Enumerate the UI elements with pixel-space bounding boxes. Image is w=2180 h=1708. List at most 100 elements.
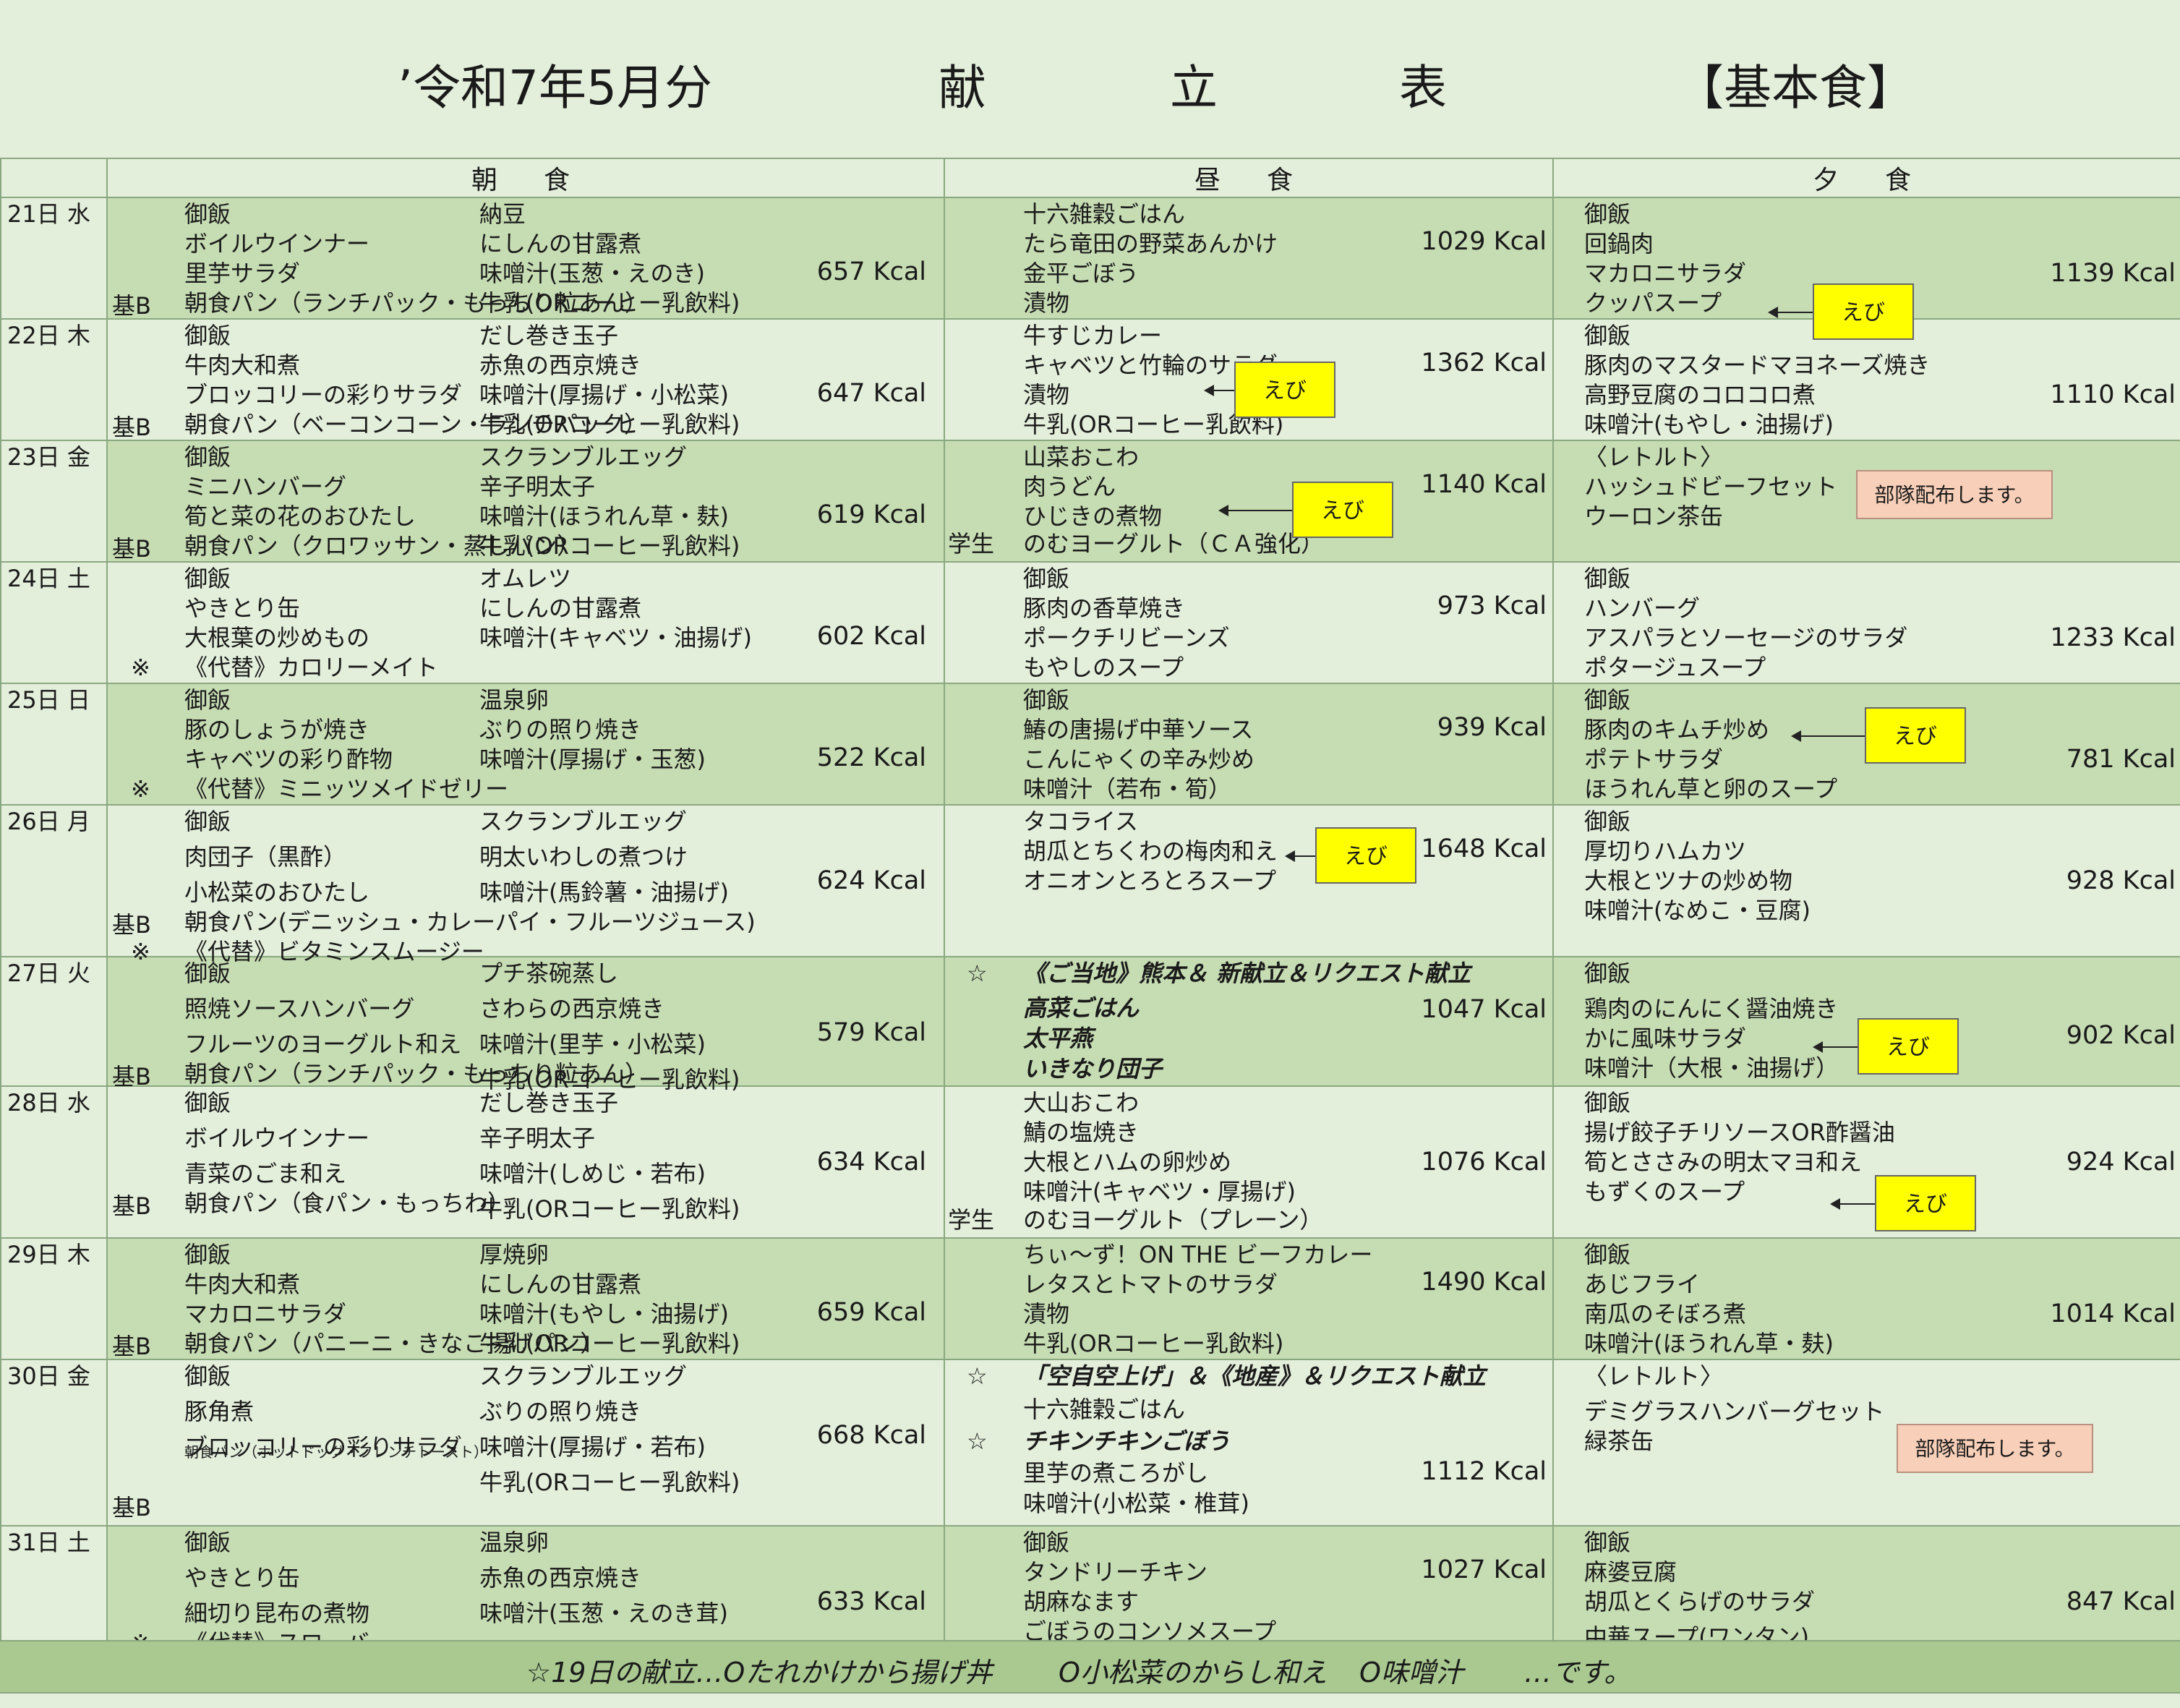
header-breakfast: 朝 食 — [106, 158, 945, 198]
dinner-item: マカロニサラダ — [1584, 260, 1747, 287]
lunch-cell: 牛すじカレー キャベツと竹輪のサラダ 漬物 牛乳(ORコーヒー乳飲料) 1362 Kca… — [944, 318, 1554, 441]
breakfast-item: 温泉卵 — [479, 686, 550, 714]
lunch-item: 御飯 — [1023, 565, 1070, 592]
dinner-cell-inner: 御飯 鶏肉のにんにく醤油焼き かに風味サラダ 味噌汁（大根・油揚げ） 902 Kcal え… — [1554, 957, 2180, 1085]
breakfast-kcal: 579 Kcal — [816, 1018, 926, 1047]
breakfast-item: 御飯 — [184, 443, 231, 471]
breakfast-bread: 朝食パン（クロワッサン・蒸しパン） — [184, 532, 581, 560]
breakfast-note: 《代替》カロリーメイト — [184, 654, 438, 681]
day-cell: 25日 日 — [0, 683, 108, 806]
dinner-cell-inner: 〈レトルト〉 デミグラスハンバーグセット 緑茶缶 部隊配布します。 — [1554, 1360, 2180, 1525]
day-cell: 22日 木 — [0, 318, 108, 441]
lunch-cell: ☆ 「空自空上げ」＆《地産》＆リクエスト献立 十六雑穀ごはん ☆ チキンチキンごぼう 里芋… — [944, 1359, 1554, 1526]
ebi-label-arrow — [1813, 1041, 1858, 1053]
lunch-cell: タコライス 胡瓜とちくわの梅肉和え オニオンとろとろスープ 1648 Kcal えび — [944, 804, 1554, 957]
breakfast-item: 味噌汁(ほうれん草・麸) — [479, 503, 729, 530]
day-label: 22日 木 — [7, 322, 90, 349]
lunch-item: 漬物 — [1023, 289, 1070, 317]
ebi-label: えび — [1315, 827, 1416, 884]
breakfast-item: 味噌汁(玉葱・えのき) — [479, 260, 706, 287]
breakfast-cell-inner: 御飯 ミニハンバーグ 筍と菜の花のおひたし スクランブルエッグ 辛子明太子 味噌汁(ほうれ… — [108, 441, 944, 563]
day-label: 29日 木 — [7, 1241, 90, 1268]
lunch-cell: 御飯 タンドリーチキン 胡麻なます ごぼうのコンソメスープ 1027 Kcal — [944, 1525, 1554, 1658]
breakfast-item: 御飯 — [184, 1362, 231, 1390]
dinner-cell: 御飯 ハンバーグ アスパラとソーセージのサラダ ポタージュスープ 1233 Kcal — [1552, 561, 2180, 684]
lunch-cell-inner: 牛すじカレー キャベツと竹輪のサラダ 漬物 牛乳(ORコーヒー乳飲料) 1362 Kca… — [945, 320, 1552, 440]
lunch-item: 豚肉の香草焼き — [1023, 594, 1186, 622]
dinner-cell-inner: 御飯 揚げ餃子チリソースOR酢醤油 筍とささみの明太マヨ和え もずくのスープ 924 K… — [1554, 1087, 2180, 1237]
day-cell: 28日 水 — [0, 1085, 108, 1239]
dinner-item: 味噌汁(もやし・油揚げ) — [1584, 411, 1834, 438]
dinner-kcal: 781 Kcal — [2066, 745, 2176, 774]
dinner-item: 豚肉のキムチ炒め — [1584, 716, 1770, 743]
student-label: 学生 — [948, 1206, 995, 1234]
breakfast-cell-inner: 御飯 肉団子（黒酢） 小松菜のおひたし スクランブルエッグ 明太いわしの煮つけ 味噌汁(馬… — [108, 806, 944, 965]
lunch-cell: ちぃ～ず！ON THE ビーフカレー レタスとトマトのサラダ 漬物 牛乳(ORコーヒー… — [944, 1237, 1554, 1360]
breakfast-item: 御飯 — [184, 960, 231, 987]
day-row: 23日 金 御飯 ミニハンバーグ 筍と菜の花のおひたし スクランブルエッグ 辛子明太子 味噌… — [0, 440, 2180, 563]
breakfast-item: 豚のしょうが焼き — [184, 716, 370, 743]
student-label: 学生 — [948, 530, 995, 558]
breakfast-item: スクランブルエッグ — [479, 1362, 688, 1390]
breakfast-item: 味噌汁(もやし・油揚げ) — [479, 1300, 729, 1328]
header-dinner: 夕 食 — [1552, 158, 2180, 198]
title-period: ’令和7年5月分 — [398, 60, 712, 116]
lunch-item: 高菜ごはん — [1023, 994, 1140, 1022]
lunch-item: いきなり団子 — [1023, 1055, 1163, 1083]
breakfast-cell-inner: 御飯 豚のしょうが焼き キャベツの彩り酢物 温泉卵 ぶりの照り焼き 味噌汁(厚揚げ・玉葱)… — [108, 684, 944, 804]
dinner-kcal: 1233 Kcal — [2050, 623, 2176, 652]
dinner-cell-inner: 御飯 あじフライ 南瓜のそぼろ煮 味噌汁(ほうれん草・麸) 1014 Kcal — [1554, 1239, 2180, 1359]
day-label: 30日 金 — [7, 1362, 90, 1390]
lunch-cell-inner: ☆ 「空自空上げ」＆《地産》＆リクエスト献立 十六雑穀ごはん ☆ チキンチキンごぼう 里芋… — [945, 1360, 1552, 1525]
dinner-item: 〈レトルト〉 — [1584, 1362, 1724, 1390]
ebi-label: えび — [1865, 707, 1966, 764]
breakfast-item: 赤魚の西京焼き — [479, 1564, 642, 1592]
day-cell-inner: 23日 金 — [1, 441, 106, 561]
dinner-item: 味噌汁(ほうれん草・麸) — [1584, 1330, 1834, 1357]
breakfast-item: 小松菜のおひたし — [184, 879, 370, 906]
dinner-item: 筍とささみの明太マヨ和え — [1584, 1148, 1863, 1176]
lunch-special-title: 《ご当地》熊本＆ 新献立＆リクエスト献立 — [1023, 960, 1471, 987]
lunch-kcal: 1112 Kcal — [1421, 1457, 1547, 1486]
dinner-kcal: 1014 Kcal — [2050, 1299, 2176, 1328]
dinner-cell: 〈レトルト〉 ハッシュドビーフセット ウーロン茶缶 部隊配布します。 — [1552, 440, 2180, 563]
kihon-b-label: 基B — [112, 292, 151, 320]
breakfast-item: ミニハンバーグ — [184, 473, 347, 500]
day-cell-inner: 29日 木 — [1, 1239, 106, 1359]
breakfast-bread: 朝食パン（ベーコンコーン・ランチパック） — [184, 411, 648, 438]
lunch-item: 太平燕 — [1023, 1025, 1093, 1052]
dinner-item: 御飯 — [1584, 565, 1631, 592]
lunch-cell-inner: 御飯 鰆の唐揚げ中華ソース こんにゃくの辛み炒め 味噌汁（若布・筍） 939 Kcal — [945, 684, 1552, 804]
day-cell-inner: 22日 木 — [1, 320, 106, 440]
breakfast-item: 牛乳(ORコーヒー乳飲料) — [479, 1469, 740, 1496]
day-cell: 31日 土 — [0, 1525, 108, 1658]
kihon-b-label: 基B — [112, 535, 151, 563]
day-cell-inner: 30日 金 — [1, 1360, 106, 1525]
menu-table: 朝 食 昼 食 夕 食 21日 水御飯 ボイルウインナー 里芋サラダ 納豆 にしんの甘露… — [0, 158, 2180, 1658]
dinner-item: 御飯 — [1584, 1241, 1631, 1268]
day-cell-inner: 28日 水 — [1, 1087, 106, 1237]
lunch-kcal: 1076 Kcal — [1421, 1148, 1547, 1177]
dinner-cell-inner: 〈レトルト〉 ハッシュドビーフセット ウーロン茶缶 部隊配布します。 — [1554, 441, 2180, 561]
breakfast-item: 大根葉の炒めもの — [184, 624, 370, 652]
breakfast-item: スクランブルエッグ — [479, 808, 688, 835]
lunch-cell: 十六雑穀ごはん たら竜田の野菜あんかけ 金平ごぼう 漬物 1029 Kcal — [944, 197, 1554, 320]
day-cell: 21日 水 — [0, 197, 108, 320]
lunch-cell: 御飯 鰆の唐揚げ中華ソース こんにゃくの辛み炒め 味噌汁（若布・筍） 939 Kcal — [944, 683, 1554, 806]
breakfast-item: 筍と菜の花のおひたし — [184, 503, 416, 530]
lunch-item: 山菜おこわ — [1023, 443, 1140, 471]
breakfast-item: ブロッコリーの彩りサラダ — [184, 381, 463, 409]
dinner-item: 御飯 — [1584, 322, 1631, 349]
breakfast-item: 青菜のごま和え — [184, 1160, 347, 1187]
day-cell-inner: 24日 土 — [1, 563, 106, 683]
lunch-cell-inner: 御飯 豚肉の香草焼き ポークチリビーンズ もやしのスープ 973 Kcal — [945, 563, 1552, 683]
breakfast-cell-inner: 御飯 豚角煮 ブロッコリーの彩りサラダ スクランブルエッグ ぶりの照り焼き 味噌汁(厚揚げ… — [108, 1360, 944, 1525]
breakfast-note: 《代替》ミニッツメイドゼリー — [184, 775, 509, 803]
day-label: 26日 月 — [7, 808, 90, 835]
day-cell: 23日 金 — [0, 440, 108, 563]
header-day — [0, 158, 108, 198]
day-row: 27日 火 御飯 照焼ソースハンバーグ フルーツのヨーグルト和え プチ茶碗蒸し さわらの西… — [0, 956, 2180, 1093]
dinner-kcal: 1110 Kcal — [2050, 380, 2176, 409]
lunch-item: こんにゃくの辛み炒め — [1023, 746, 1255, 773]
lunch-item: 味噌汁(小松菜・椎茸) — [1023, 1490, 1249, 1517]
